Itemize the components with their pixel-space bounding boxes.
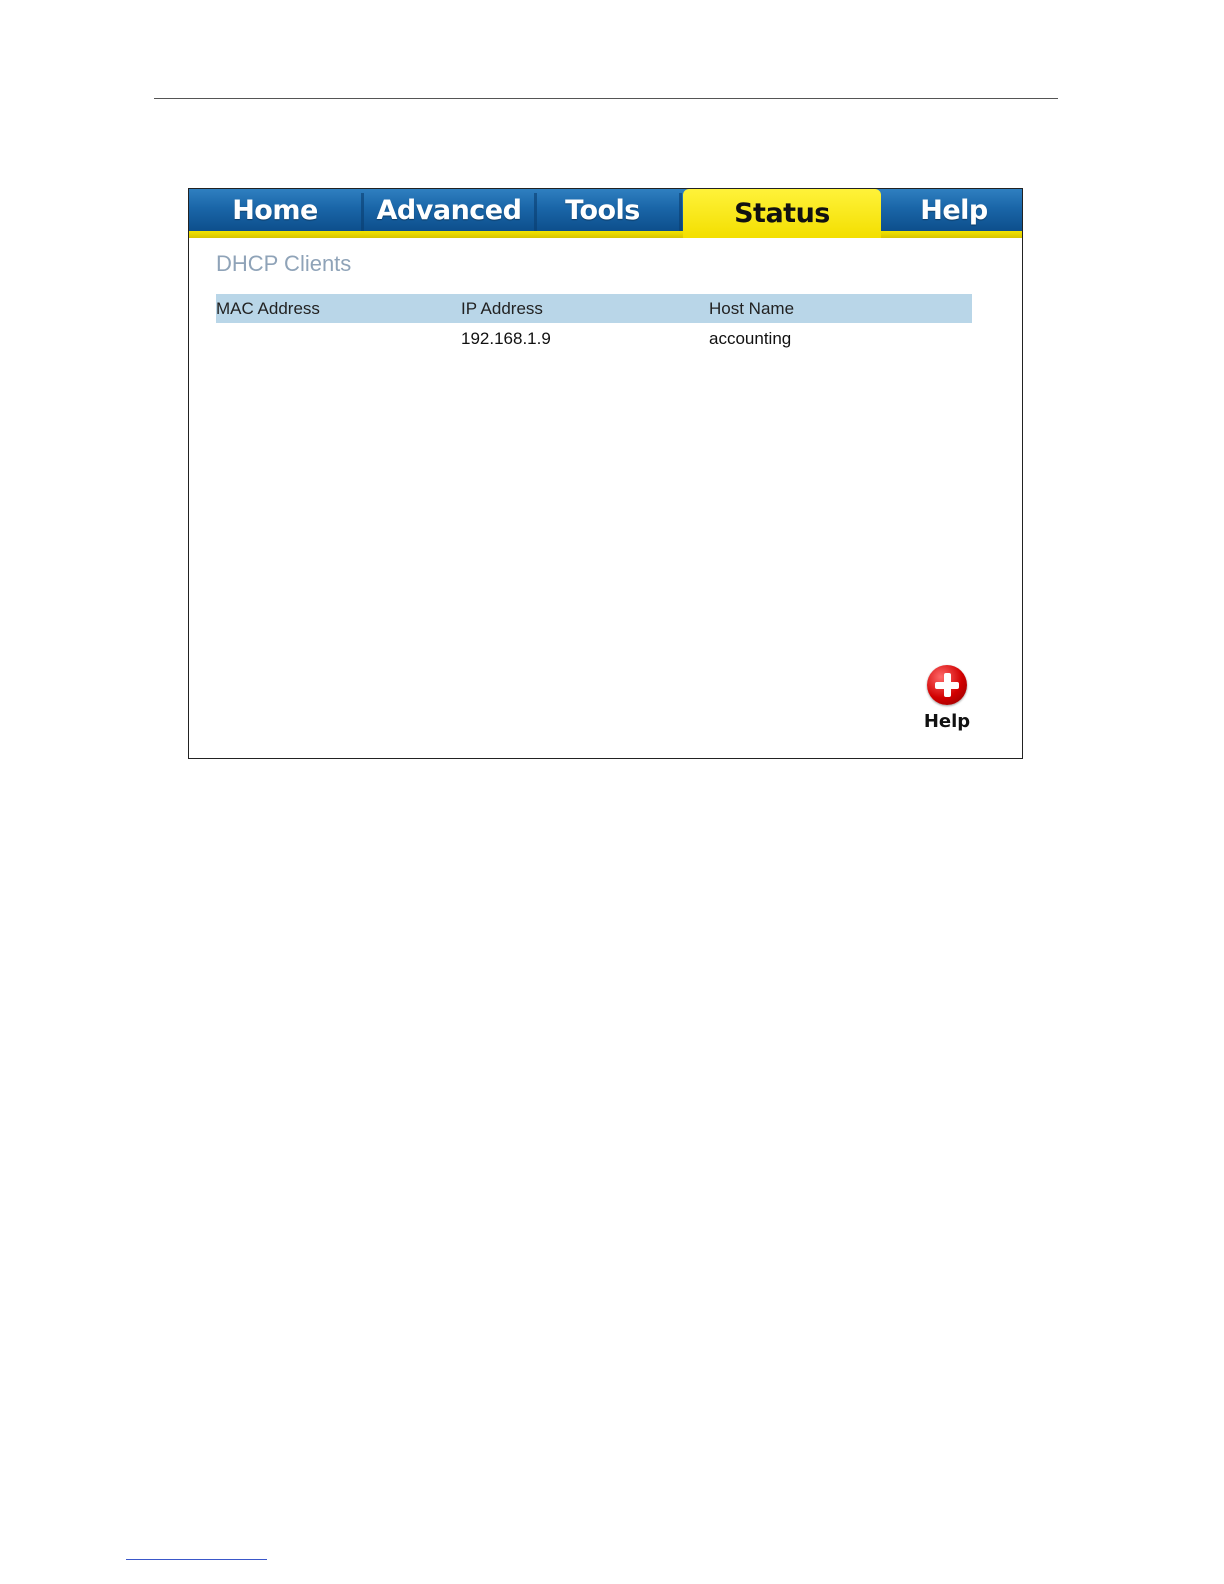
page-top-rule — [154, 98, 1058, 99]
column-header-host-name: Host Name — [709, 299, 795, 318]
table-header-row: MAC Address IP Address Host Name — [216, 294, 972, 323]
tab-separator — [679, 193, 682, 231]
tab-tools[interactable]: Tools — [537, 189, 668, 231]
cell-host-name: accounting — [709, 329, 792, 348]
cell-ip-address: 192.168.1.9 — [461, 329, 551, 348]
plus-circle-icon[interactable] — [927, 665, 967, 705]
page-title: DHCP Clients — [216, 251, 352, 276]
tab-advanced[interactable]: Advanced — [364, 189, 534, 231]
tab-help[interactable]: Help — [884, 189, 1022, 231]
help-button-label[interactable]: Help — [924, 711, 970, 732]
page-bottom-link-rule — [126, 1559, 267, 1560]
main-tab-bar: Home Advanced Tools Help — [189, 189, 1022, 231]
router-status-window: Home Advanced Tools Help Status DHCP Cli… — [188, 188, 1023, 759]
column-header-mac-address: MAC Address — [216, 299, 320, 318]
help-button[interactable]: Help — [924, 665, 970, 732]
column-header-ip-address: IP Address — [461, 299, 543, 318]
tab-home[interactable]: Home — [189, 189, 361, 231]
tab-bar-underline — [189, 231, 1022, 238]
tab-status[interactable]: Status — [683, 189, 881, 238]
